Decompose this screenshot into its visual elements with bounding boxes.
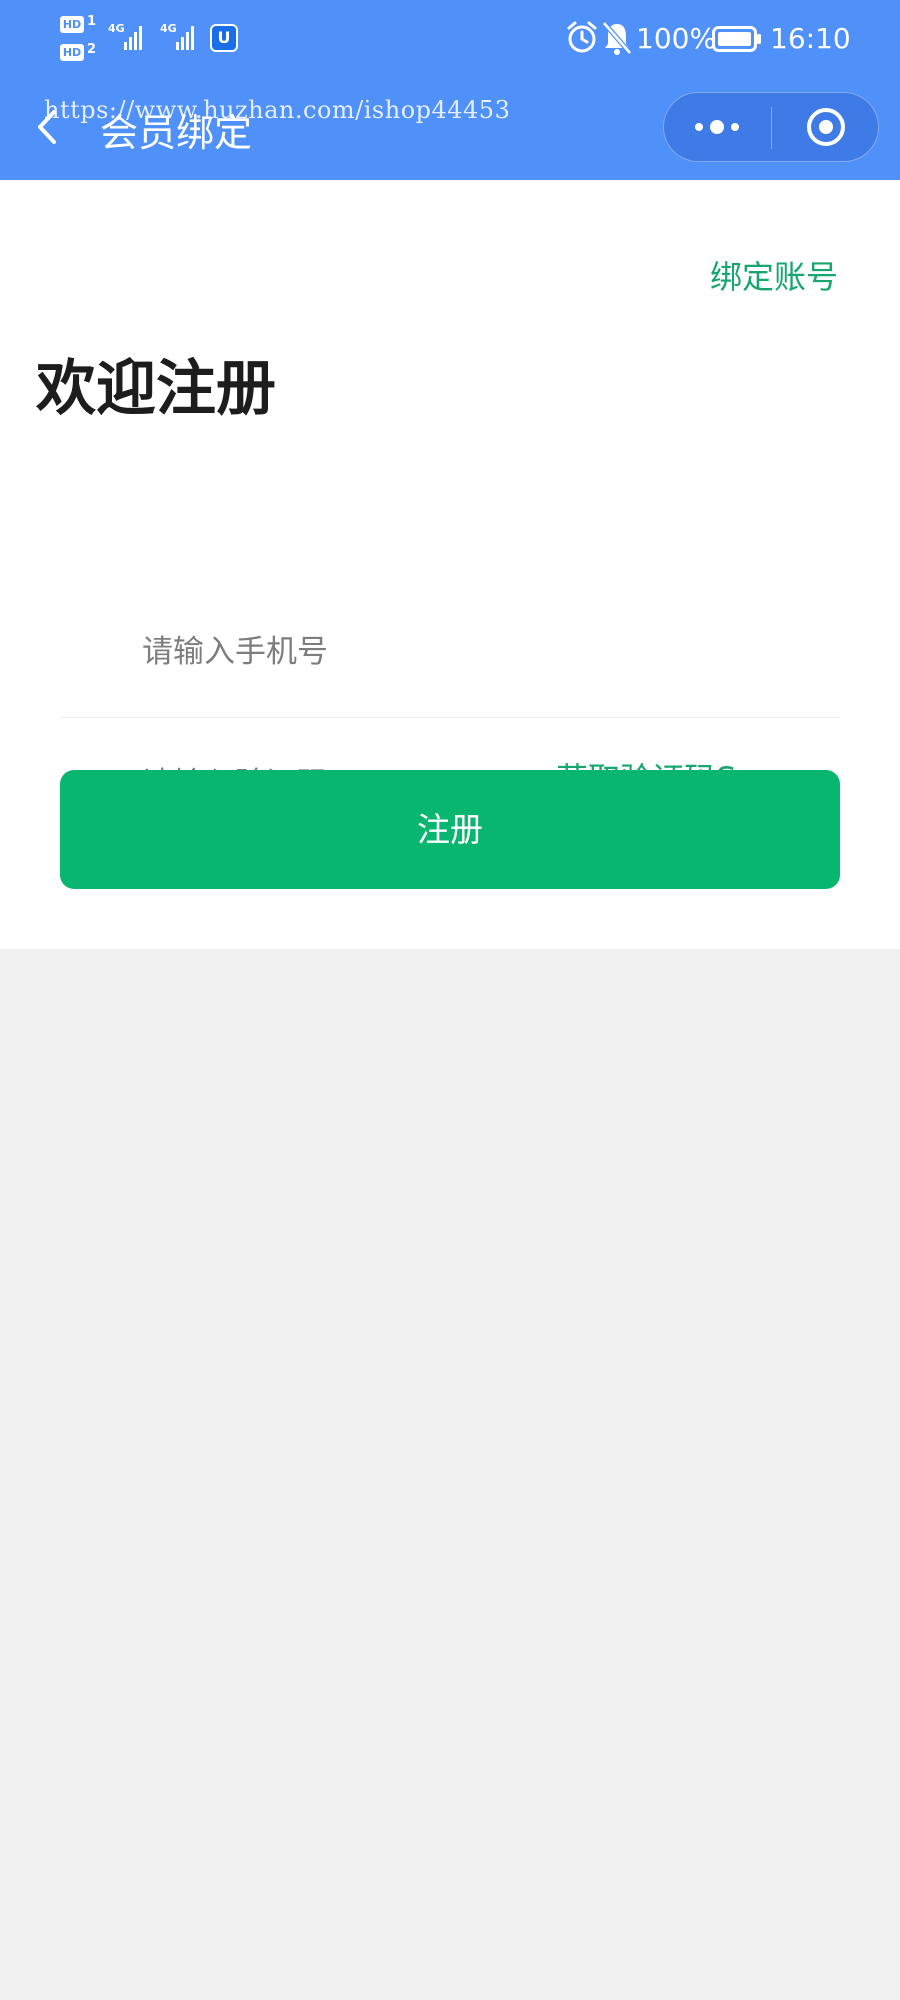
registration-panel: 绑定账号 欢迎注册 获取验证码S 注册 (0, 180, 900, 949)
mute-bell-icon (602, 21, 632, 55)
network2-label: 4G (160, 22, 177, 35)
watermark-url: https://www.huzhan.com/ishop44453 (44, 96, 511, 124)
more-button[interactable] (664, 93, 771, 161)
battery-icon (712, 26, 761, 52)
close-mini-program-button[interactable] (772, 93, 880, 161)
phone-field-row (60, 586, 840, 718)
welcome-heading: 欢迎注册 (36, 354, 276, 424)
bind-account-link[interactable]: 绑定账号 (710, 252, 838, 298)
network1-label: 4G (108, 22, 125, 35)
sim2-number: 2 (87, 42, 97, 57)
status-bar: HD 1 HD 2 4G 4G U 100% 16:10 (0, 0, 900, 80)
signal-bars-icon (176, 24, 194, 50)
hd-badge-sim1: HD (60, 16, 84, 33)
target-circle-icon (807, 108, 845, 146)
hd-badge-sim2: HD (60, 44, 84, 61)
alarm-icon (567, 21, 597, 53)
app-notification-icon: U (210, 24, 238, 52)
battery-percentage: 100% (636, 22, 717, 55)
more-dots-icon (695, 120, 739, 134)
app-header: HD 1 HD 2 4G 4G U 100% 16:10 会员绑定 https:… (0, 0, 900, 180)
mini-program-capsule (663, 92, 879, 162)
register-button[interactable]: 注册 (60, 770, 840, 889)
signal-bars-icon (124, 24, 142, 50)
phone-input[interactable] (142, 626, 562, 678)
sim1-number: 1 (87, 14, 97, 29)
status-time: 16:10 (770, 22, 851, 55)
